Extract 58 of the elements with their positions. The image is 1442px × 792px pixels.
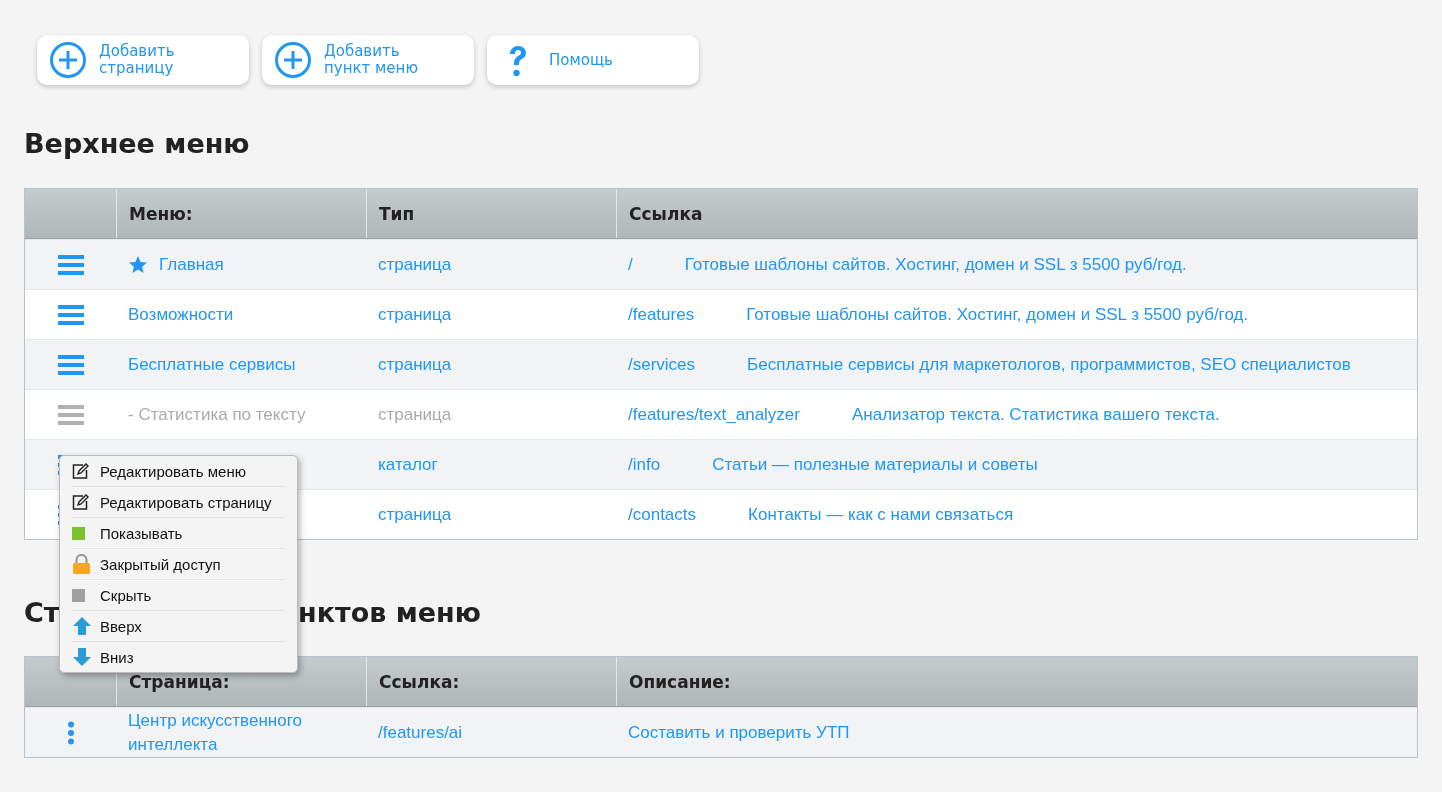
column-header: Меню:	[129, 203, 193, 224]
context-menu-item[interactable]: Закрытый доступ	[72, 548, 285, 579]
context-menu-item[interactable]: Редактировать меню	[72, 456, 285, 486]
plus-circle-icon	[274, 41, 312, 79]
column-header: Страница:	[129, 671, 230, 692]
menu-item-link[interactable]: Возможности	[128, 304, 234, 325]
description-link[interactable]: Анализатор текста. Статистика вашего текста.	[852, 404, 1220, 425]
section-heading: Ст	[24, 597, 60, 628]
url-link[interactable]: /info	[628, 454, 661, 475]
description-link[interactable]: Бесплатные сервисы для маркетологов, программистов, SEO специалистов	[747, 354, 1351, 375]
description-link[interactable]: Готовые шаблоны сайтов. Хостинг, домен и SSL з 5500 руб/год.	[684, 254, 1187, 275]
menu-handle-icon[interactable]	[57, 253, 84, 276]
type-link[interactable]: каталог	[378, 454, 438, 475]
context-menu-item[interactable]: Редактировать страницу	[72, 486, 285, 517]
context-menu-item[interactable]: Вниз	[72, 641, 285, 672]
kebab-menu-icon[interactable]	[66, 720, 75, 745]
section-heading: Верхнее меню	[24, 127, 251, 161]
square-icon	[72, 526, 85, 540]
menu-handle-icon[interactable]	[57, 403, 84, 426]
toolbar-button[interactable]: Помощь	[487, 35, 699, 85]
description-link[interactable]: Составить и проверить УТП	[628, 722, 850, 743]
menu-item-link[interactable]: Главная	[159, 254, 224, 275]
plus-circle-icon	[49, 41, 87, 79]
column-header: Тип	[379, 203, 415, 224]
url-link[interactable]: /features/ai	[378, 722, 463, 743]
menu-handle-icon[interactable]	[57, 353, 84, 376]
column-header: Ссылка:	[379, 671, 460, 692]
down-arrow-icon	[72, 648, 92, 666]
menu-handle-icon[interactable]	[57, 303, 84, 326]
toolbar-button[interactable]: Добавить пункт меню	[262, 35, 474, 85]
description-link[interactable]: Готовые шаблоны сайтов. Хостинг, домен и SSL з 5500 руб/год.	[746, 304, 1249, 325]
type-link[interactable]: страница	[378, 404, 452, 425]
url-link[interactable]: /	[628, 254, 633, 275]
menu-item-link[interactable]: Бесплатные сервисы	[128, 354, 296, 375]
type-link[interactable]: страница	[378, 504, 452, 525]
url-link[interactable]: /contacts	[628, 504, 697, 525]
url-link[interactable]: /services	[628, 354, 696, 375]
column-header: Описание:	[629, 671, 731, 692]
type-link[interactable]: страница	[378, 354, 452, 375]
padlock-icon	[72, 554, 91, 574]
url-link[interactable]: /features	[628, 304, 695, 325]
square-icon	[72, 588, 85, 602]
page-link[interactable]: Центр искусственного интеллекта	[128, 708, 302, 757]
section-heading: нктов меню	[298, 596, 481, 630]
up-arrow-icon	[72, 617, 92, 635]
context-menu-item[interactable]: Скрыть	[72, 579, 285, 610]
edit-icon	[72, 494, 90, 510]
menu-item-link[interactable]: - Статистика по тексту	[128, 404, 306, 425]
context-menu-item[interactable]: Вверх	[72, 610, 285, 641]
description-link[interactable]: Статьи — полезные материалы и советы	[712, 454, 1038, 475]
column-header: Ссылка	[629, 203, 703, 224]
url-link[interactable]: /features/text_analyzer	[628, 404, 800, 425]
toolbar-button[interactable]: Добавить страницу	[37, 35, 249, 85]
type-link[interactable]: страница	[378, 254, 452, 275]
type-link[interactable]: страница	[378, 304, 452, 325]
description-link[interactable]: Контакты — как с нами связаться	[748, 504, 1014, 525]
edit-icon	[72, 463, 90, 479]
context-menu-item[interactable]: Показывать	[72, 517, 285, 548]
